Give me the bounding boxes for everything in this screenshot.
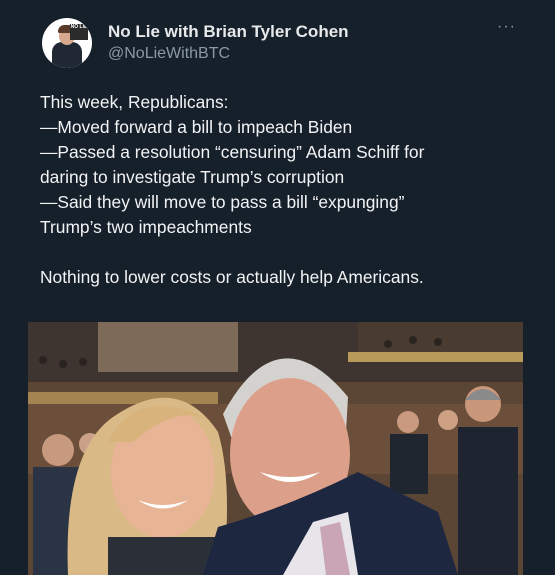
- photo-selfie-illustration: [28, 322, 523, 575]
- tweet-line: —Moved forward a bill to impeach Biden: [40, 117, 353, 137]
- avatar-badge: NO LIE: [70, 24, 88, 40]
- tweet-text: This week, Republicans: —Moved forward a…: [40, 90, 535, 290]
- tweet-line: —Passed a resolution “censuring” Adam Sc…: [40, 142, 425, 162]
- author-handle[interactable]: @NoLieWithBTC: [108, 45, 230, 63]
- tweet-photo[interactable]: [28, 322, 523, 575]
- tweet-closing-line: Nothing to lower costs or actually help …: [40, 267, 424, 287]
- tweet-line: Trump’s two impeachments: [40, 217, 252, 237]
- author-name[interactable]: No Lie with Brian Tyler Cohen: [108, 22, 349, 42]
- tweet-card[interactable]: NO LIE No Lie with Brian Tyler Cohen @No…: [0, 0, 555, 575]
- tweet-line: This week, Republicans:: [40, 92, 229, 112]
- avatar-suit: [52, 42, 82, 68]
- author-avatar[interactable]: NO LIE: [42, 18, 92, 68]
- more-options-icon[interactable]: ···: [497, 18, 516, 36]
- tweet-line: —Said they will move to pass a bill “exp…: [40, 192, 405, 212]
- tweet-line: daring to investigate Trump’s corruption: [40, 167, 345, 187]
